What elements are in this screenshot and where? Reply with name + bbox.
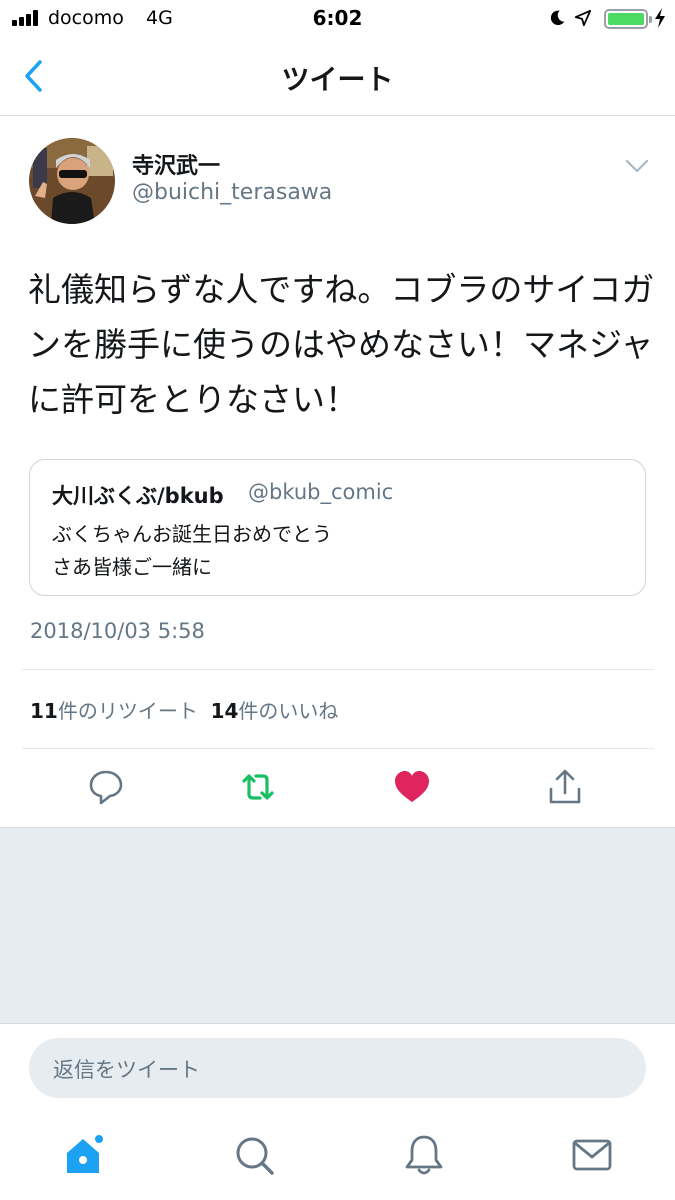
divider bbox=[22, 669, 654, 670]
messages-envelope-icon[interactable] bbox=[570, 1133, 614, 1177]
search-icon[interactable] bbox=[232, 1133, 276, 1177]
reply-icon[interactable] bbox=[86, 767, 126, 807]
avatar[interactable] bbox=[29, 138, 115, 224]
quoted-display-name: 大川ぶくぶ/bkub bbox=[52, 484, 224, 508]
reply-placeholder: 返信をツイート bbox=[53, 1058, 200, 1082]
quoted-tweet[interactable]: 大川ぶくぶ/bkub @bkub_comic ぶくちゃんお誕生日おめでとう さあ… bbox=[29, 459, 646, 596]
empty-replies-area bbox=[0, 827, 675, 1024]
notifications-bell-icon[interactable] bbox=[402, 1133, 446, 1177]
battery-icon bbox=[604, 9, 652, 29]
do-not-disturb-icon bbox=[550, 10, 565, 26]
home-icon[interactable] bbox=[63, 1133, 107, 1177]
tweet-timestamp: 2018/10/03 5:58 bbox=[30, 619, 205, 643]
page-title: ツイート bbox=[281, 63, 394, 96]
display-name[interactable]: 寺沢武一 bbox=[132, 148, 220, 180]
nav-header: ツイート bbox=[0, 38, 675, 116]
share-icon[interactable] bbox=[545, 767, 585, 807]
quoted-text-line-2: さあ皆様ご一緒に bbox=[52, 555, 212, 579]
charging-icon bbox=[655, 8, 665, 28]
retweet-count: 11 bbox=[30, 699, 58, 723]
quoted-text-line-1: ぶくちゃんお誕生日おめでとう bbox=[52, 522, 332, 546]
status-bar: docomo 4G 6:02 bbox=[0, 0, 675, 38]
quoted-handle: @bkub_comic bbox=[248, 480, 394, 504]
reply-input[interactable]: 返信をツイート bbox=[29, 1038, 646, 1098]
location-icon bbox=[574, 9, 592, 27]
engagement-stats: 11件のリツイート 14件のいいね bbox=[30, 695, 338, 724]
retweet-icon[interactable] bbox=[238, 767, 278, 807]
retweet-label: 件のリツイート bbox=[57, 699, 198, 723]
chevron-down-icon[interactable] bbox=[625, 158, 649, 174]
retweet-stat[interactable]: 11件のリツイート bbox=[30, 699, 198, 723]
tweet-text: 礼儀知らずな人ですね。コブラのサイコガンを勝手に使うのはやめなさい！マネジャに許… bbox=[28, 270, 655, 419]
like-label: 件のいいね bbox=[238, 699, 339, 723]
like-count: 14 bbox=[210, 699, 239, 723]
like-heart-icon[interactable] bbox=[392, 767, 432, 807]
divider bbox=[22, 748, 654, 749]
like-stat[interactable]: 14件のいいね bbox=[211, 699, 339, 723]
user-handle[interactable]: @buichi_terasawa bbox=[132, 180, 332, 205]
